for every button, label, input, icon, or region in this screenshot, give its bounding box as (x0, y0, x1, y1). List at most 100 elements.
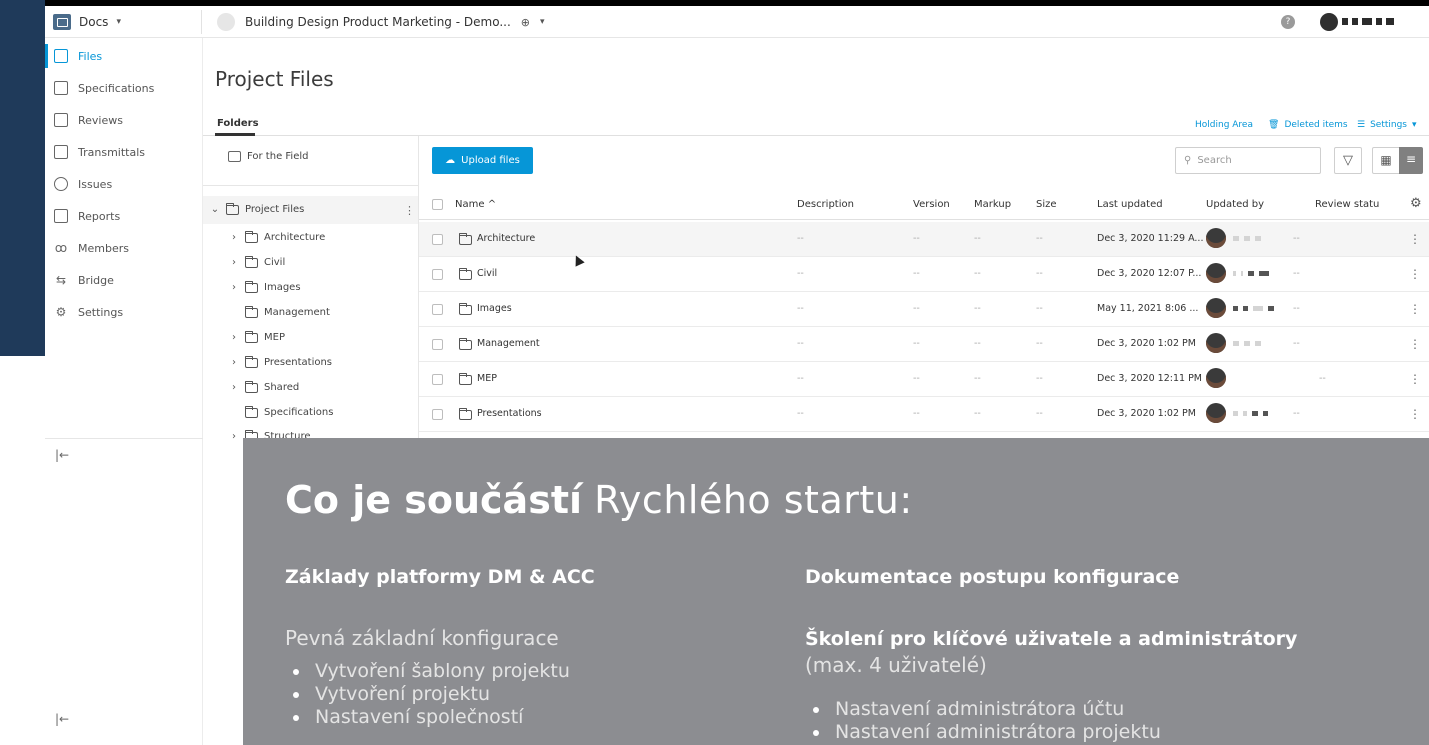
avatar (1206, 228, 1226, 248)
tree-item[interactable]: › Civil (229, 255, 285, 268)
list-view-icon[interactable]: ≡ (1399, 147, 1423, 174)
project-switcher[interactable]: Building Design Product Marketing - Demo… (217, 12, 545, 32)
settings-dropdown[interactable]: ☰ Settings ▾ (1357, 120, 1417, 130)
sidebar-item-transmittals[interactable]: Transmittals (45, 136, 203, 168)
tab-folders[interactable]: Folders (217, 118, 259, 129)
app-label: Docs (79, 15, 109, 29)
avatar[interactable] (1320, 13, 1338, 31)
docs-logo-icon (53, 14, 71, 30)
more-options-icon[interactable]: ⋮ (1409, 302, 1421, 316)
row-name[interactable]: MEP (477, 373, 497, 384)
more-options-icon[interactable]: ⋮ (1409, 267, 1421, 281)
row-size: -- (1036, 303, 1043, 314)
column-updated-by[interactable]: Updated by (1206, 199, 1264, 210)
more-options-icon[interactable]: ⋮ (404, 204, 415, 217)
column-version[interactable]: Version (913, 199, 950, 210)
tree-item[interactable]: › Shared (229, 380, 299, 393)
search-input[interactable]: ⚲ Search (1175, 147, 1321, 174)
more-options-icon[interactable]: ⋮ (1409, 372, 1421, 386)
sidebar-item-bridge[interactable]: ⇆ Bridge (45, 264, 203, 296)
collapse-sidebar-icon[interactable]: |← (55, 712, 69, 726)
sidebar-item-reports[interactable]: Reports (45, 200, 203, 232)
row-name[interactable]: Management (477, 338, 540, 349)
row-checkbox[interactable] (432, 304, 443, 315)
column-review-status[interactable]: Review statu (1315, 199, 1379, 210)
tab-bar-divider (203, 135, 1429, 136)
folder-icon (459, 373, 472, 385)
row-version: -- (913, 373, 920, 384)
table-row[interactable]: MEP -- -- -- -- Dec 3, 2020 12:11 PM -- … (419, 362, 1429, 397)
filter-icon[interactable]: ▽ (1334, 147, 1362, 174)
chevron-right-icon[interactable]: › (229, 257, 239, 268)
row-checkbox[interactable] (432, 339, 443, 350)
tree-root[interactable]: ⌄ Project Files (210, 202, 305, 215)
chevron-right-icon[interactable]: › (229, 282, 239, 293)
column-name[interactable]: Name ^ (455, 199, 496, 210)
row-size: -- (1036, 338, 1043, 349)
sidebar-item-members[interactable]: ꝏ Members (45, 232, 203, 264)
more-options-icon[interactable]: ⋮ (1409, 407, 1421, 421)
column-size[interactable]: Size (1036, 199, 1057, 210)
folder-icon (245, 405, 258, 418)
grid-view-icon[interactable]: ▦ (1372, 147, 1400, 174)
reviews-icon (54, 113, 68, 127)
chevron-right-icon[interactable]: › (229, 431, 239, 442)
column-last-updated[interactable]: Last updated (1097, 199, 1163, 210)
column-description[interactable]: Description (797, 199, 854, 210)
more-options-icon[interactable]: ⋮ (1409, 232, 1421, 246)
tree-item[interactable]: Management (229, 305, 330, 318)
cloud-upload-icon: ☁ (445, 155, 456, 166)
table-row[interactable]: Architecture -- -- -- -- Dec 3, 2020 11:… (419, 222, 1429, 257)
folder-icon (459, 233, 472, 245)
holding-area-link[interactable]: Holding Area (1195, 120, 1253, 130)
row-checkbox[interactable] (432, 374, 443, 385)
row-name[interactable]: Images (477, 303, 512, 314)
tree-label: Project Files (245, 204, 305, 215)
active-tab-indicator (215, 133, 255, 136)
collapse-sidebar-icon[interactable]: |← (55, 448, 69, 462)
chevron-right-icon[interactable]: › (229, 357, 239, 368)
deleted-items-link[interactable]: 🗑 Deleted items (1268, 120, 1348, 130)
row-checkbox[interactable] (432, 409, 443, 420)
chevron-right-icon[interactable]: › (229, 332, 239, 343)
help-icon[interactable]: ? (1281, 15, 1295, 29)
more-options-icon[interactable]: ⋮ (1409, 337, 1421, 351)
table-row[interactable]: Images -- -- -- -- May 11, 2021 8:06 ...… (419, 292, 1429, 327)
tree-item[interactable]: › Presentations (229, 355, 332, 368)
column-markup[interactable]: Markup (974, 199, 1011, 210)
upload-files-button[interactable]: ☁ Upload files (432, 147, 533, 174)
sidebar-item-files[interactable]: Files (45, 40, 203, 72)
row-description: -- (797, 268, 804, 279)
tree-item[interactable]: › Images (229, 280, 301, 293)
sidebar-item-settings[interactable]: ⚙ Settings (45, 296, 203, 328)
tree-item[interactable]: › Architecture (229, 230, 325, 243)
row-name[interactable]: Presentations (477, 408, 542, 419)
select-all-checkbox[interactable] (432, 199, 443, 210)
sidebar-item-issues[interactable]: Issues (45, 168, 203, 200)
folder-icon (459, 338, 472, 350)
row-checkbox[interactable] (432, 234, 443, 245)
column-settings-icon[interactable]: ⚙ (1410, 196, 1422, 211)
table-row[interactable]: Civil -- -- -- -- Dec 3, 2020 12:07 P...… (419, 257, 1429, 292)
row-review-status: -- (1293, 408, 1300, 419)
row-name[interactable]: Civil (477, 268, 497, 279)
row-checkbox[interactable] (432, 269, 443, 280)
table-row[interactable]: Presentations -- -- -- -- Dec 3, 2020 1:… (419, 397, 1429, 432)
overlay-title-light: Rychlého startu: (594, 478, 913, 522)
sidebar-item-label: Files (78, 49, 103, 63)
user-name-redacted[interactable] (1342, 18, 1394, 25)
chevron-right-icon[interactable]: › (229, 382, 239, 393)
tree-item[interactable]: › MEP (229, 330, 285, 343)
app-header: Docs ▾ Building Design Product Marketing… (45, 6, 1429, 38)
for-the-field-link[interactable]: For the Field (228, 151, 308, 162)
field-icon (228, 151, 241, 162)
avatar (1206, 333, 1226, 353)
app-switcher[interactable]: Docs ▾ (53, 12, 121, 32)
tree-item[interactable]: Specifications (229, 405, 333, 418)
sidebar-item-reviews[interactable]: Reviews (45, 104, 203, 136)
sidebar-item-specifications[interactable]: Specifications (45, 72, 203, 104)
table-row[interactable]: Management -- -- -- -- Dec 3, 2020 1:02 … (419, 327, 1429, 362)
chevron-right-icon[interactable]: › (229, 232, 239, 243)
row-markup: -- (974, 303, 981, 314)
row-name[interactable]: Architecture (477, 233, 535, 244)
